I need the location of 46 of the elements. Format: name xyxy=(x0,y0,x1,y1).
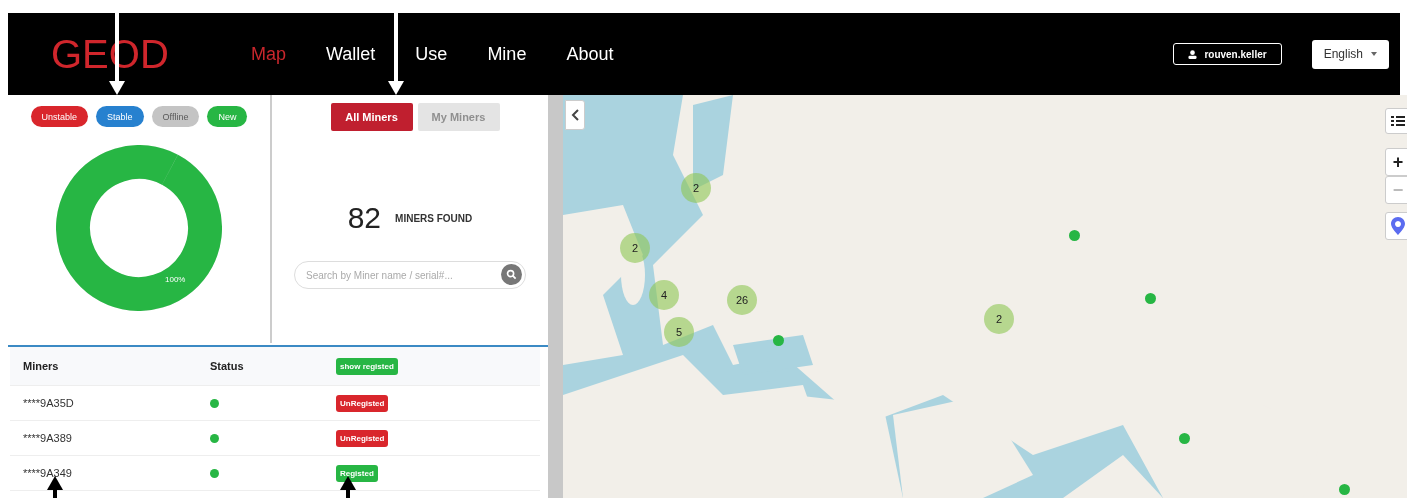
column-header: Miners xyxy=(23,360,60,372)
user-button[interactable]: rouven.keller xyxy=(1173,43,1282,65)
map-marker[interactable] xyxy=(1145,293,1156,304)
annotation-arrow xyxy=(47,476,63,498)
scrollbar[interactable] xyxy=(548,95,563,498)
miner-count: 82 xyxy=(347,201,382,235)
search-field[interactable]: Search by Miner name / serial#... xyxy=(294,261,526,289)
locate-button[interactable] xyxy=(1385,212,1407,240)
list-icon xyxy=(1391,115,1405,127)
language-dropdown[interactable]: English xyxy=(1311,39,1389,69)
map-marker[interactable] xyxy=(1339,484,1350,495)
caret-icon xyxy=(1371,52,1377,56)
cluster-marker[interactable]: 2 xyxy=(984,304,1014,334)
miner-name: ****9A35D xyxy=(23,397,75,409)
chevron-left-icon xyxy=(571,109,579,121)
column-header: Status xyxy=(210,360,245,372)
miner-name: ****9A389 xyxy=(23,432,73,444)
registration-badge: UnRegisted xyxy=(336,429,389,447)
legend-chip[interactable]: Stable xyxy=(96,106,144,127)
zoom-in-button[interactable]: + xyxy=(1385,148,1407,176)
user-icon xyxy=(1188,49,1198,59)
map-marker[interactable] xyxy=(1069,230,1080,241)
map-marker[interactable] xyxy=(1179,433,1190,444)
search-icon xyxy=(506,269,517,280)
collapse-button[interactable] xyxy=(565,100,585,130)
registration-badge: UnRegisted xyxy=(336,394,389,412)
legend-chip[interactable]: Unstable xyxy=(30,106,89,127)
cluster-marker[interactable]: 4 xyxy=(649,280,679,310)
nav-link[interactable]: Mine xyxy=(487,43,527,65)
nav-link[interactable]: Use xyxy=(415,43,448,65)
layers-button[interactable] xyxy=(1385,108,1407,134)
map-pin-icon xyxy=(1391,217,1405,235)
cluster-marker[interactable]: 5 xyxy=(664,317,694,347)
legend-chip[interactable]: Offline xyxy=(151,106,200,127)
map-marker[interactable] xyxy=(773,335,784,346)
cluster-marker[interactable]: 26 xyxy=(727,285,757,315)
cluster-marker[interactable]: 2 xyxy=(620,233,650,263)
count-label: MINERS FOUND xyxy=(395,212,473,224)
nav-link[interactable]: Wallet xyxy=(326,43,376,65)
nav-link[interactable]: Map xyxy=(251,43,286,65)
cluster-marker[interactable]: 2 xyxy=(681,173,711,203)
percent-label: 100% xyxy=(165,275,186,284)
filter-tab[interactable]: All Miners xyxy=(330,103,413,131)
miner-name: ****9A349 xyxy=(23,467,73,479)
nav-link[interactable]: About xyxy=(566,43,614,65)
annotation-arrow xyxy=(340,476,356,498)
